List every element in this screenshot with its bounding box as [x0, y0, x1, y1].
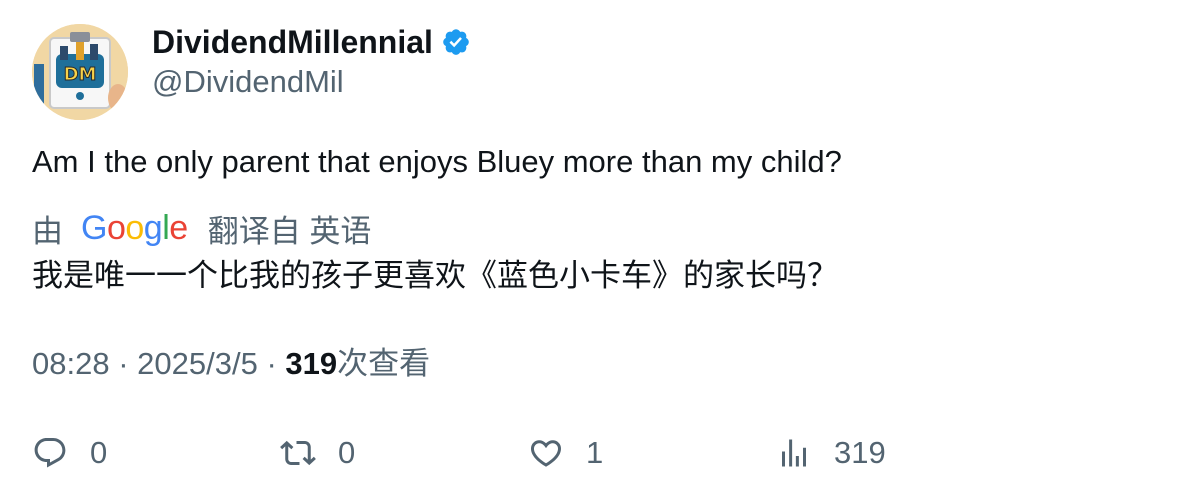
translation-attribution: 由 Google 翻译自 英语 [32, 206, 372, 251]
translated-tweet-text: 我是唯一一个比我的孩子更喜欢《蓝色小卡车》的家长吗？ [32, 258, 838, 293]
retweet-button[interactable]: 0 [280, 428, 355, 478]
views-button[interactable]: 319 [776, 428, 886, 478]
views-label: 次查看 [337, 346, 431, 381]
avatar-initials: DM [64, 64, 97, 85]
meta-separator: · [266, 346, 277, 381]
display-name-text[interactable]: DividendMillennial [152, 24, 433, 60]
views-count-action: 319 [834, 435, 886, 470]
like-count: 1 [586, 435, 604, 470]
avatar-image: DM [32, 24, 128, 120]
meta-separator: · [118, 346, 129, 381]
google-logo: Google [81, 208, 188, 247]
views-count: 319 [285, 346, 338, 381]
heart-icon [530, 440, 562, 467]
action-bar: 0 0 1 319 [0, 428, 1196, 478]
tweet-meta: 08:28 · 2025/3/5 · 319次查看 [32, 344, 430, 384]
avatar[interactable]: DM [32, 24, 128, 120]
tweet-text: Am I the only parent that enjoys Bluey m… [32, 144, 842, 179]
retweet-count: 0 [338, 435, 356, 470]
views-chart-icon [782, 439, 806, 467]
retweet-icon [280, 440, 316, 466]
reply-icon [34, 438, 66, 468]
display-name[interactable]: DividendMillennial [152, 24, 471, 60]
tweet-time[interactable]: 08:28 [32, 346, 110, 381]
verified-badge-icon [443, 29, 469, 55]
translated-by-label: 由 [32, 213, 63, 249]
translated-from-label[interactable]: 翻译自 英语 [208, 206, 372, 251]
reply-count: 0 [90, 435, 108, 470]
user-handle[interactable]: @DividendMil [152, 64, 344, 100]
like-button[interactable]: 1 [528, 428, 603, 478]
tweet-date[interactable]: 2025/3/5 [137, 346, 258, 381]
reply-button[interactable]: 0 [32, 428, 107, 478]
